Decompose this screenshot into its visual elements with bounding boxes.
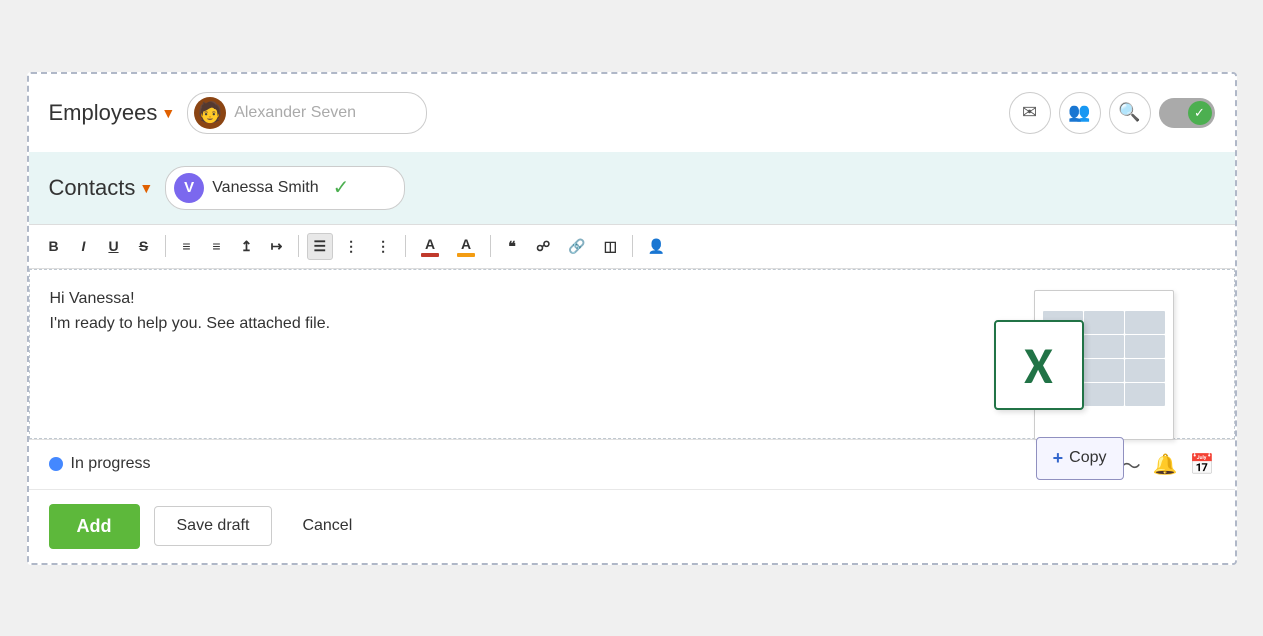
bg-color-bar <box>457 253 475 257</box>
toolbar-sep-2 <box>298 235 299 257</box>
contacts-row: Contacts ▼ V Vanessa Smith ✓ <box>29 152 1235 224</box>
search-icon: 🔍 <box>1118 102 1140 123</box>
action-row: Add Save draft Cancel <box>29 489 1235 563</box>
excel-drag-container[interactable]: X + Copy <box>994 290 1174 460</box>
font-color-button[interactable]: A <box>414 231 446 262</box>
avatar-face-icon: 🧑 <box>198 100 223 125</box>
save-draft-button[interactable]: Save draft <box>154 506 273 546</box>
strikethrough-button[interactable]: S <box>131 233 157 259</box>
calendar-icon: 📅 <box>1190 454 1215 476</box>
cancel-button[interactable]: Cancel <box>286 507 368 545</box>
font-color-indicator: A <box>421 236 439 257</box>
contacts-text: Contacts <box>49 175 136 201</box>
person-button[interactable]: 👥 <box>1059 92 1101 134</box>
align-center-icon: ☰ <box>314 238 327 255</box>
toolbar-sep-1 <box>165 235 166 257</box>
align-left-icon: ⋮ <box>344 238 358 255</box>
contact-avatar: V <box>174 173 204 203</box>
align-right-button[interactable]: ⋮ <box>369 233 397 260</box>
status-dot <box>49 457 63 471</box>
employees-row: Employees ▼ 🧑 Alexander Seven ✉ 👥 🔍 <box>29 74 1235 152</box>
sheet-cell <box>1125 359 1165 382</box>
ordered-list-button[interactable]: ≡ <box>174 233 200 259</box>
indent-less-button[interactable]: ↥ <box>234 233 260 260</box>
contact-input[interactable]: V Vanessa Smith ✓ <box>165 166 405 210</box>
excel-x-text: X <box>1024 339 1053 391</box>
contact-name: Vanessa Smith <box>212 179 318 197</box>
sheet-cell <box>1084 311 1124 334</box>
toggle-button[interactable]: ✓ <box>1159 98 1215 128</box>
user-button[interactable]: 👤 <box>641 233 672 260</box>
toolbar: B I U S ≡ ≡ ↥ ↦ ☰ ⋮ ⋮ A <box>29 224 1235 269</box>
contacts-dropdown-arrow: ▼ <box>139 180 153 196</box>
sheet-cell <box>1125 383 1165 406</box>
contact-check-icon: ✓ <box>333 175 350 200</box>
copy-plus-icon: + <box>1053 444 1064 473</box>
employee-name: Alexander Seven <box>234 104 356 122</box>
align-center-button[interactable]: ☰ <box>307 233 334 260</box>
image-icon: ☍ <box>536 238 550 255</box>
contacts-label[interactable]: Contacts ▼ <box>49 175 154 201</box>
sheet-cell <box>1125 311 1165 334</box>
image-button[interactable]: ☍ <box>529 233 557 260</box>
quote-button[interactable]: ❝ <box>499 233 525 260</box>
calendar-button[interactable]: 📅 <box>1190 452 1215 477</box>
bg-color-indicator: A <box>457 236 475 257</box>
indent-less-icon: ↥ <box>241 238 253 255</box>
unordered-list-button[interactable]: ≡ <box>204 233 230 259</box>
main-container: Employees ▼ 🧑 Alexander Seven ✉ 👥 🔍 <box>27 72 1237 565</box>
sheet-cell <box>1084 383 1124 406</box>
toggle-knob: ✓ <box>1188 101 1212 125</box>
bg-color-button[interactable]: A <box>450 231 482 262</box>
copy-label: Copy <box>1069 445 1106 471</box>
align-left-button[interactable]: ⋮ <box>337 233 365 260</box>
ul-icon: ≡ <box>212 238 220 254</box>
table-icon: ◫ <box>604 238 617 255</box>
sheet-cell <box>1084 335 1124 358</box>
ol-icon: ≡ <box>182 238 190 254</box>
employees-text: Employees <box>49 100 158 126</box>
person-icon: 👥 <box>1068 102 1090 123</box>
align-right-icon: ⋮ <box>376 238 390 255</box>
toggle-check-icon: ✓ <box>1194 105 1205 121</box>
indent-more-button[interactable]: ↦ <box>264 233 290 260</box>
sheet-cell <box>1084 359 1124 382</box>
bold-button[interactable]: B <box>41 233 67 259</box>
toolbar-sep-3 <box>405 235 406 257</box>
excel-icon: X <box>994 320 1084 410</box>
user-icon: 👤 <box>648 238 665 255</box>
status-left: In progress <box>49 455 151 473</box>
underline-button[interactable]: U <box>101 233 127 259</box>
indent-more-icon: ↦ <box>271 238 283 255</box>
quote-icon: ❝ <box>508 238 516 255</box>
contact-initial: V <box>184 179 194 196</box>
mail-icon: ✉ <box>1022 102 1037 123</box>
toolbar-sep-5 <box>632 235 633 257</box>
link-icon: 🔗 <box>568 238 585 255</box>
status-text: In progress <box>71 455 151 473</box>
employee-input[interactable]: 🧑 Alexander Seven <box>187 92 427 134</box>
search-button[interactable]: 🔍 <box>1109 92 1151 134</box>
sheet-cell <box>1125 335 1165 358</box>
employees-label[interactable]: Employees ▼ <box>49 100 176 126</box>
top-icons-row: ✉ 👥 🔍 ✓ <box>1009 92 1215 134</box>
link-button[interactable]: 🔗 <box>561 233 592 260</box>
mail-button[interactable]: ✉ <box>1009 92 1051 134</box>
employees-dropdown-arrow: ▼ <box>161 105 175 121</box>
copy-tooltip[interactable]: + Copy <box>1036 437 1124 480</box>
add-button[interactable]: Add <box>49 504 140 549</box>
editor-area[interactable]: Hi Vanessa! I'm ready to help you. See a… <box>29 269 1235 439</box>
employee-avatar: 🧑 <box>194 97 226 129</box>
italic-button[interactable]: I <box>71 233 97 259</box>
table-button[interactable]: ◫ <box>597 233 624 260</box>
toolbar-sep-4 <box>490 235 491 257</box>
font-color-bar <box>421 253 439 257</box>
